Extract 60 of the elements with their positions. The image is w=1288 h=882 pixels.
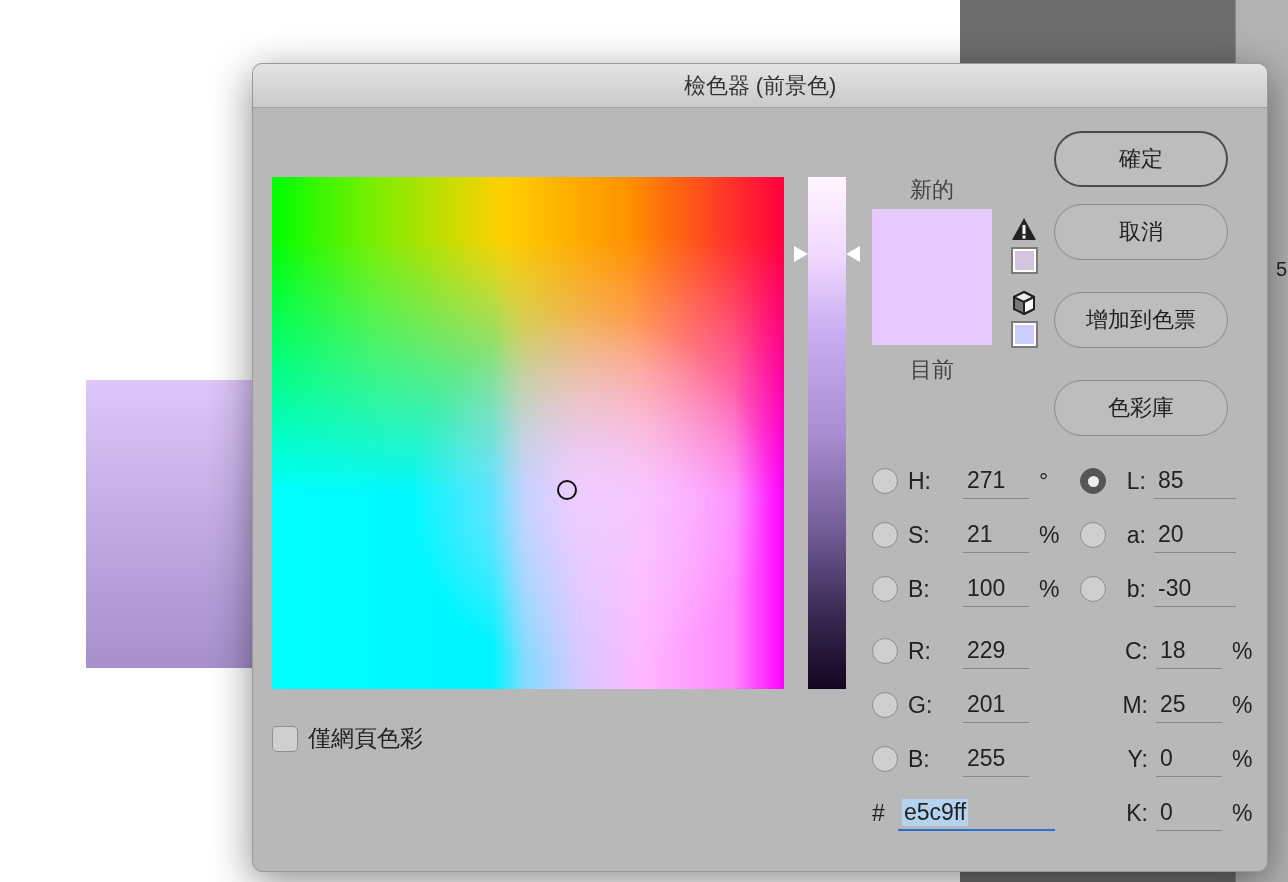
unit-label: % [1039,521,1060,549]
channel-label: R: [908,637,932,665]
channel-label: G: [908,691,934,719]
radio-button[interactable] [1080,522,1106,548]
hex-input-field[interactable]: e5c9ff [898,795,1055,831]
value-input-field[interactable]: 85 [1154,463,1236,499]
dialog-button[interactable]: 確定 [1054,131,1228,187]
panel-value: 5 [1276,258,1288,281]
channel-label: L: [1125,467,1146,495]
radio-button[interactable] [872,638,898,664]
channel-label: B: [908,575,931,603]
channel-label: K: [1125,799,1148,827]
current-label: 目前 [910,357,954,383]
channel-label: M: [1121,691,1148,719]
radio-button[interactable] [1080,468,1106,494]
channel-label: B: [908,745,931,773]
value-input-field[interactable]: 201 [963,687,1029,723]
checkbox-label: 僅網頁色彩 [308,724,423,753]
radio-button[interactable] [872,692,898,718]
radio-button[interactable] [872,522,898,548]
dialog-button[interactable]: 增加到色票 [1054,292,1228,348]
value-input-field[interactable]: 255 [963,741,1029,777]
channel-label: Y: [1126,745,1148,773]
warning-icon[interactable] [1011,217,1037,241]
window-title: 檢色器 (前景色) [683,71,837,100]
channel-label: b: [1125,575,1146,603]
radio-button[interactable] [872,746,898,772]
value-input-field[interactable]: 25 [1156,687,1222,723]
radio-button[interactable] [872,576,898,602]
unit-label: % [1232,637,1253,665]
value-input-field[interactable]: 229 [963,633,1029,669]
checkbox[interactable] [272,725,298,752]
gamut-swatch[interactable] [1010,247,1038,274]
value-input-field[interactable]: 21 [963,517,1029,553]
value-input-field[interactable]: 0 [1156,795,1222,831]
unit-label: % [1232,745,1253,773]
hex-value: e5c9ff [902,798,969,826]
new-label: 新的 [910,177,954,203]
hash-label: # [872,799,886,827]
unit-label: % [1232,691,1253,719]
dialog-button[interactable]: 色彩庫 [1054,380,1228,436]
picker-ring[interactable] [557,480,577,500]
channel-label: C: [1124,637,1148,665]
value-input-field[interactable]: 18 [1156,633,1222,669]
value-input-field[interactable]: -30 [1154,571,1236,607]
dialog-button[interactable]: 取消 [1054,204,1228,260]
channel-label: S: [908,521,931,549]
channel-label: a: [1125,521,1146,549]
channel-label: H: [908,467,932,495]
radio-button[interactable] [872,468,898,494]
value-input-field[interactable]: 20 [1154,517,1236,553]
value-input-field[interactable]: 100 [963,571,1029,607]
unit-label: % [1039,575,1060,603]
radio-button[interactable] [1080,576,1106,602]
web-safe-swatch[interactable] [1010,321,1038,348]
unit-label: % [1232,799,1253,827]
cube-icon[interactable] [1013,291,1035,315]
value-input-field[interactable]: 0 [1156,741,1222,777]
unit-label: ° [1039,467,1049,495]
value-input-field[interactable]: 271 [963,463,1029,499]
